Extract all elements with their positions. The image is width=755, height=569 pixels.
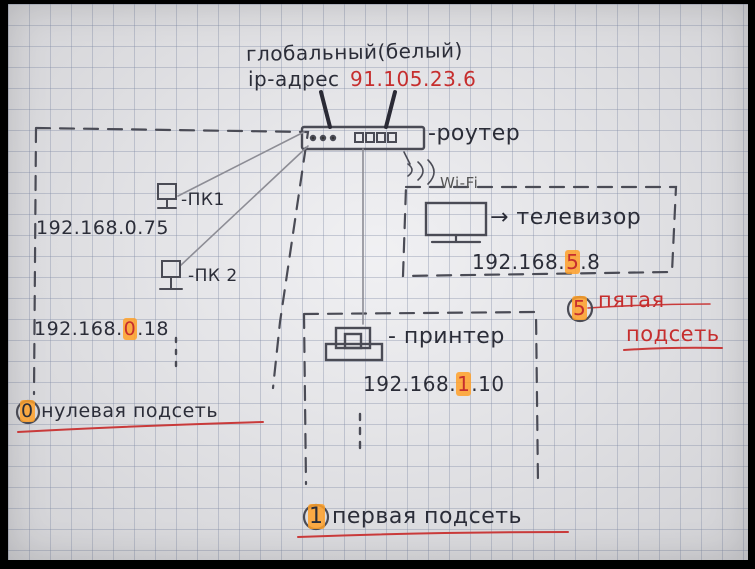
subnet0-caption: 0 нулевая подсеть [20, 400, 218, 422]
printer-label: - принтер [388, 324, 505, 349]
global-ip-address: 91.105.23.6 [350, 67, 477, 91]
pc2-ip-suffix: .18 [137, 318, 169, 340]
tv-ip-subnet: 5 [565, 250, 581, 274]
printer-ip-suffix: .10 [471, 372, 505, 396]
subnet0-underline [17, 421, 264, 433]
ip-caption-line1: глобальный(белый) [245, 38, 464, 66]
printer-icon [324, 326, 384, 362]
subnet5-name-line2: подсеть [626, 322, 720, 346]
tv-icon [424, 201, 488, 244]
printer-ip: 192.168.1.10 [363, 372, 505, 396]
subnet0-number: 0 [20, 400, 35, 422]
pc2-icon [159, 260, 183, 290]
wifi-label: Wi-Fi [440, 174, 479, 192]
photo-frame: глобальный(белый) ip-адрес 91.105.23.6 -… [0, 0, 755, 569]
ip-caption-line2: ip-адрес [248, 67, 340, 91]
router-label: -роутер [428, 121, 521, 146]
router-antenna-left [319, 90, 332, 129]
pc1-ip: 192.168.0.75 [36, 217, 169, 239]
subnet5-number: 5 [572, 296, 588, 320]
subnet1-name: первая подсеть [332, 504, 523, 529]
subnet1-caption: 1 первая подсеть [308, 504, 522, 529]
printer-ip-prefix: 192.168. [363, 372, 457, 396]
printer-ip-subnet: 1 [456, 372, 472, 396]
pc2-label: -ПК 2 [188, 266, 238, 286]
pc2-ip-prefix: 192.168. [34, 318, 123, 340]
subnet1-underline [297, 531, 569, 538]
subnet1-number: 1 [308, 504, 325, 529]
pc1-icon [157, 183, 177, 209]
subnet0-name: нулевая подсеть [41, 400, 219, 422]
notebook-sketch: глобальный(белый) ip-адрес 91.105.23.6 -… [8, 4, 748, 560]
router-antenna-right [384, 90, 397, 129]
link-pc1 [177, 131, 305, 197]
pc2-ip: 192.168.0.18 [34, 318, 169, 340]
pc2-ip-subnet: 0 [122, 318, 138, 340]
pc1-label: -ПК1 [181, 190, 225, 210]
subnet5-name-line1: пятая [598, 288, 665, 312]
tv-ip: 192.168.5.8 [472, 250, 600, 274]
subnet5-underline [623, 346, 723, 351]
tv-ip-prefix: 192.168. [472, 250, 566, 274]
tv-ip-suffix: .8 [580, 250, 601, 274]
tv-label: → телевизор [490, 205, 642, 230]
wifi-icon [407, 159, 435, 185]
